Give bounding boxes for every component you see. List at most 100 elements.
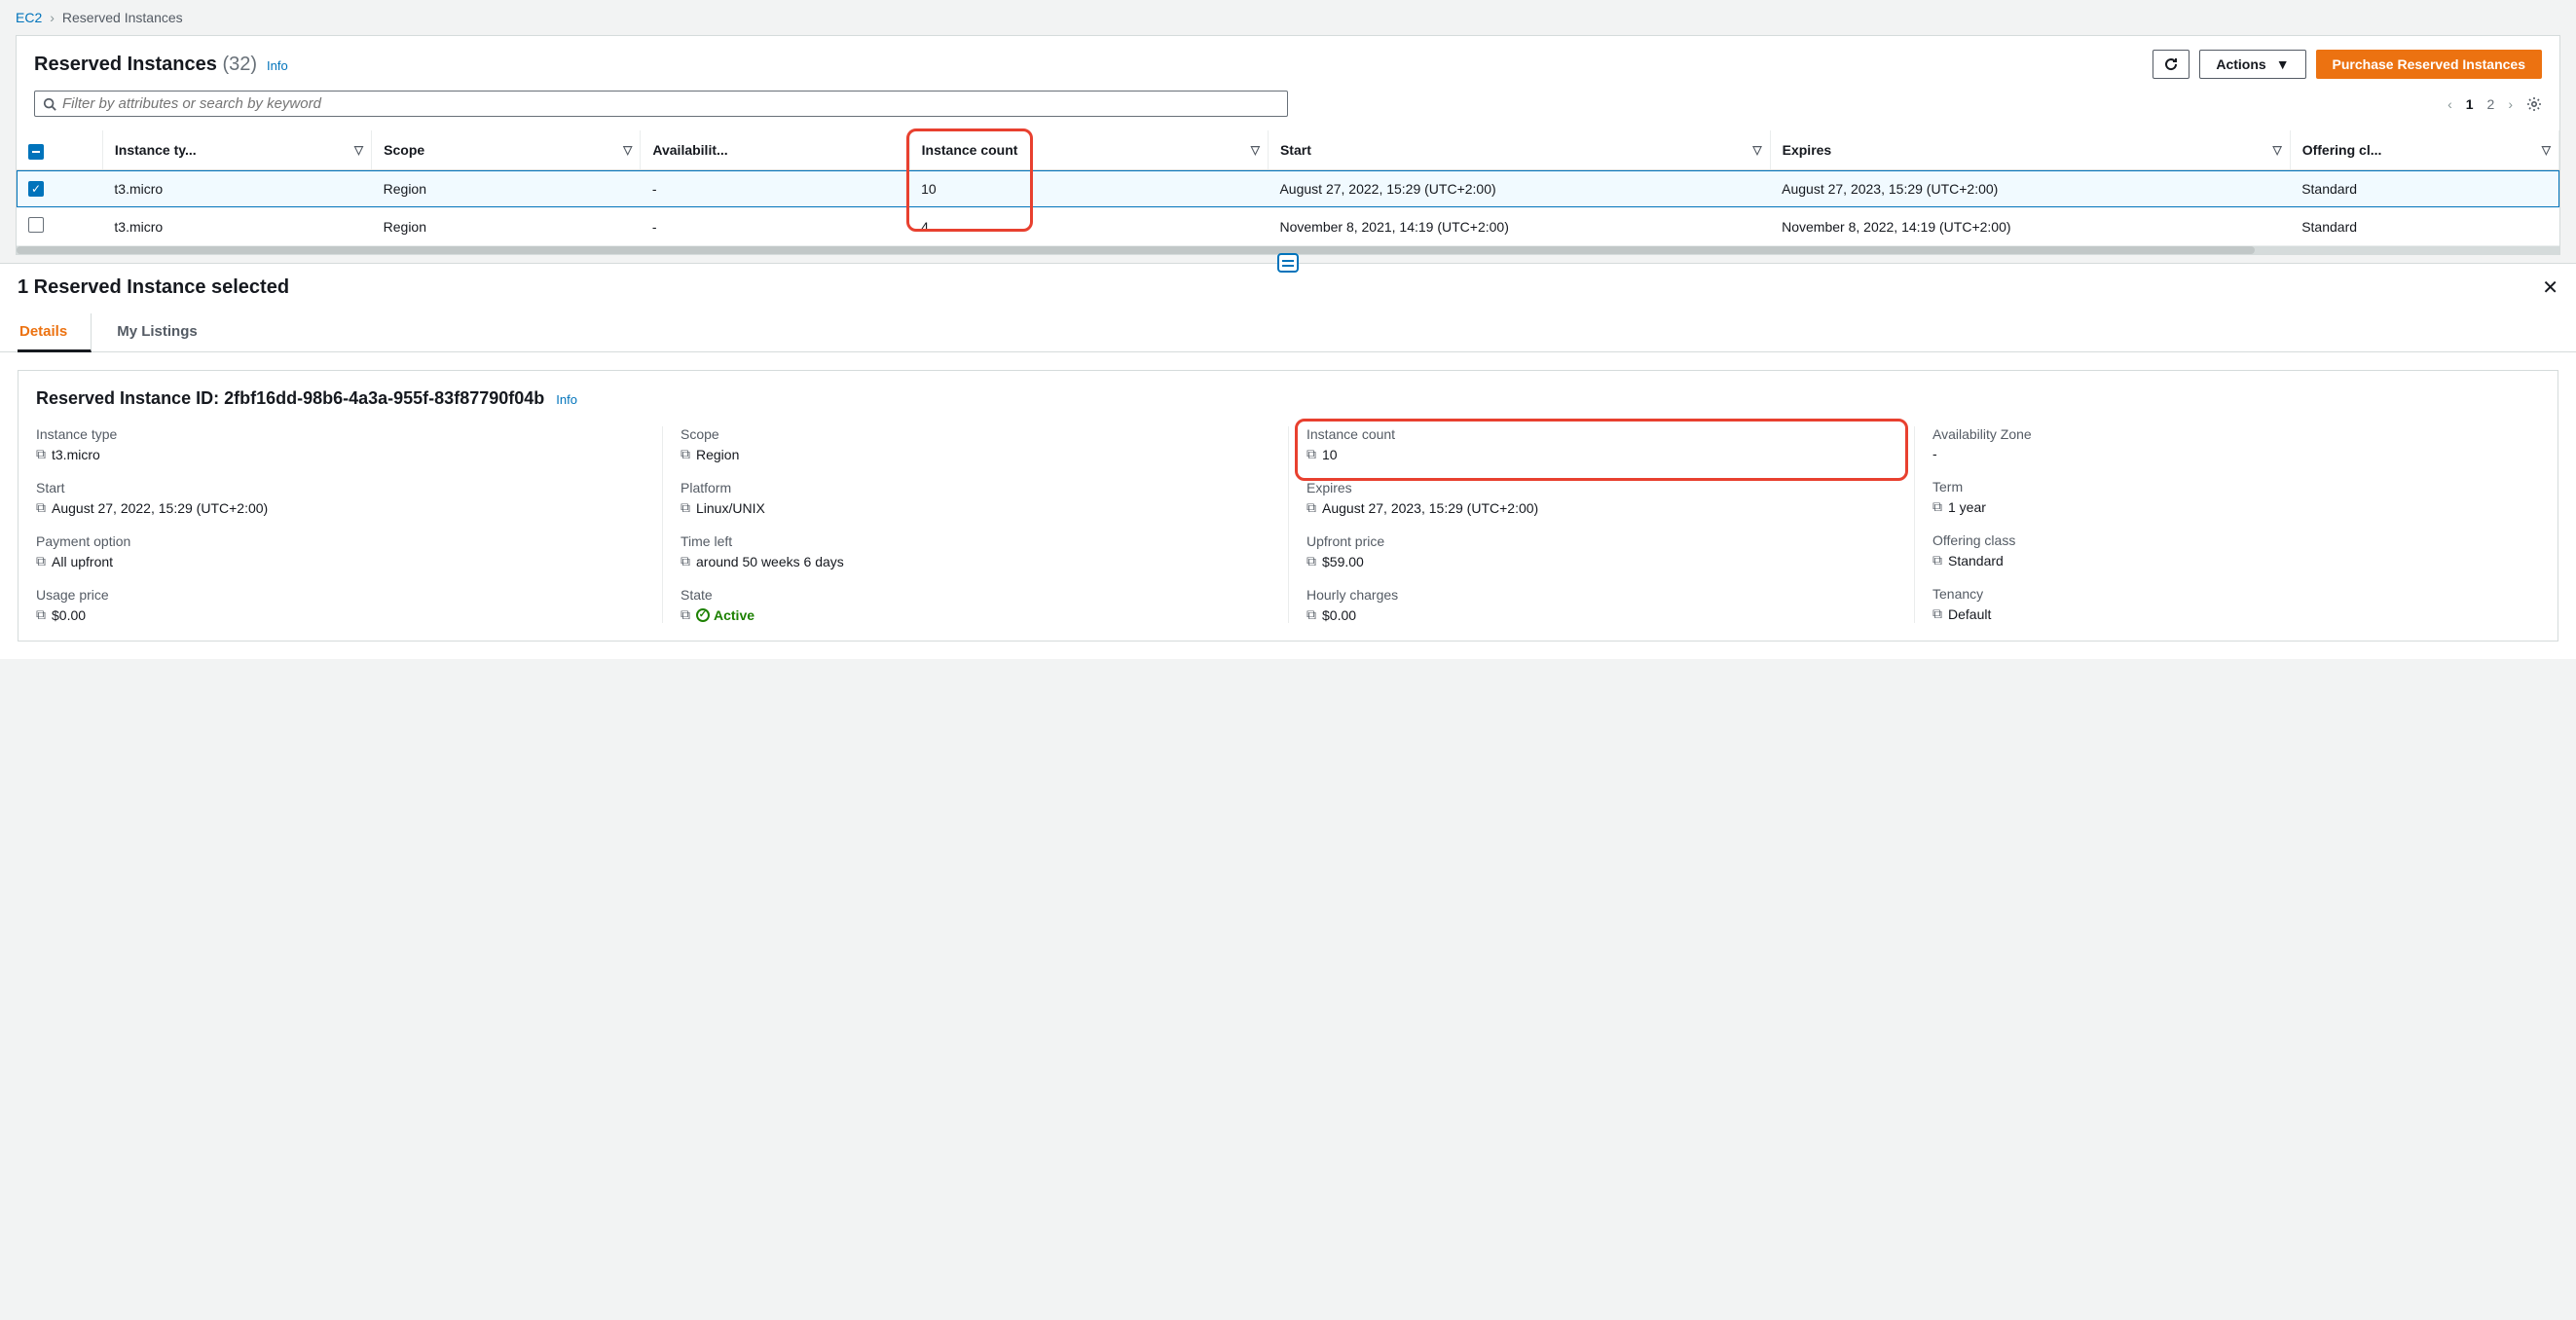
close-icon: ✕ bbox=[2542, 277, 2558, 299]
kv-instance-type: Instance type ⧉t3.micro bbox=[36, 426, 644, 462]
copy-icon[interactable]: ⧉ bbox=[681, 553, 690, 569]
caret-down-icon: ▼ bbox=[2276, 56, 2290, 72]
kv-state: State ⧉ ✓Active bbox=[681, 587, 1270, 623]
copy-icon[interactable]: ⧉ bbox=[36, 446, 46, 462]
page-title-count: (32) bbox=[222, 54, 257, 75]
kv-start: Start ⧉August 27, 2022, 15:29 (UTC+2:00) bbox=[36, 480, 644, 516]
search-icon bbox=[43, 97, 56, 111]
sort-icon: ▽ bbox=[1752, 143, 1761, 157]
tab-details[interactable]: Details bbox=[18, 313, 92, 352]
page-next[interactable]: › bbox=[2508, 96, 2513, 112]
cell-offering: Standard bbox=[2290, 207, 2558, 246]
sort-icon: ▽ bbox=[1251, 143, 1260, 157]
table-row[interactable]: t3.micro Region - 4 November 8, 2021, 14… bbox=[17, 207, 2559, 246]
info-link[interactable]: Info bbox=[267, 58, 288, 73]
breadcrumb-current: Reserved Instances bbox=[62, 10, 183, 25]
cell-availability: - bbox=[641, 170, 909, 207]
split-handle[interactable] bbox=[1277, 253, 1299, 273]
kv-term: Term ⧉1 year bbox=[1932, 479, 2522, 515]
copy-icon[interactable]: ⧉ bbox=[681, 606, 690, 623]
copy-icon[interactable]: ⧉ bbox=[1932, 498, 1942, 515]
drag-handle-icon bbox=[1282, 260, 1294, 262]
detail-title: 1 Reserved Instance selected bbox=[18, 276, 289, 299]
detail-tabs: Details My Listings bbox=[0, 313, 2576, 352]
page-title: Reserved Instances (32) bbox=[34, 54, 257, 76]
cell-instance-type: t3.micro bbox=[102, 207, 371, 246]
kv-tenancy: Tenancy ⧉Default bbox=[1932, 586, 2522, 622]
col-instance-count[interactable]: Instance count▽ bbox=[909, 130, 1268, 170]
cell-scope: Region bbox=[372, 207, 641, 246]
actions-dropdown[interactable]: Actions ▼ bbox=[2199, 50, 2305, 79]
cell-availability: - bbox=[641, 207, 909, 246]
check-circle-icon: ✓ bbox=[696, 608, 710, 622]
chevron-right-icon: › bbox=[50, 10, 55, 25]
row-checkbox[interactable] bbox=[28, 181, 44, 197]
cell-expires: August 27, 2023, 15:29 (UTC+2:00) bbox=[1770, 170, 2290, 207]
detail-panel: 1 Reserved Instance selected ✕ Details M… bbox=[0, 263, 2576, 659]
breadcrumb: EC2 › Reserved Instances bbox=[0, 0, 2576, 35]
settings-button[interactable] bbox=[2526, 96, 2542, 112]
sort-icon: ▽ bbox=[2272, 143, 2281, 157]
annotation-highlight bbox=[1295, 419, 1908, 481]
cell-instance-count: 4 bbox=[909, 207, 1268, 246]
col-availability[interactable]: Availabilit... bbox=[641, 130, 909, 170]
col-checkbox[interactable] bbox=[17, 130, 102, 170]
copy-icon[interactable]: ⧉ bbox=[36, 606, 46, 623]
kv-availability-zone: Availability Zone - bbox=[1932, 426, 2522, 461]
refresh-button[interactable] bbox=[2153, 50, 2190, 79]
kv-hourly-charges: Hourly charges ⧉$0.00 bbox=[1306, 587, 1896, 623]
page-2[interactable]: 2 bbox=[2487, 96, 2495, 112]
copy-icon[interactable]: ⧉ bbox=[681, 446, 690, 462]
kv-offering-class: Offering class ⧉Standard bbox=[1932, 532, 2522, 568]
sort-icon: ▽ bbox=[354, 143, 363, 157]
kv-usage-price: Usage price ⧉$0.00 bbox=[36, 587, 644, 623]
copy-icon[interactable]: ⧉ bbox=[681, 499, 690, 516]
purchase-button[interactable]: Purchase Reserved Instances bbox=[2316, 50, 2542, 79]
cell-instance-type: t3.micro bbox=[102, 170, 371, 207]
pagination: ‹ 1 2 › bbox=[2447, 96, 2542, 112]
col-scope[interactable]: Scope▽ bbox=[372, 130, 641, 170]
col-offering[interactable]: Offering cl...▽ bbox=[2290, 130, 2558, 170]
kv-time-left: Time left ⧉around 50 weeks 6 days bbox=[681, 533, 1270, 569]
cell-scope: Region bbox=[372, 170, 641, 207]
col-expires[interactable]: Expires▽ bbox=[1770, 130, 2290, 170]
kv-payment-option: Payment option ⧉All upfront bbox=[36, 533, 644, 569]
col-instance-type[interactable]: Instance ty...▽ bbox=[102, 130, 371, 170]
detail-card: Reserved Instance ID: 2fbf16dd-98b6-4a3a… bbox=[18, 370, 2558, 642]
copy-icon[interactable]: ⧉ bbox=[1306, 553, 1316, 569]
row-checkbox[interactable] bbox=[28, 217, 44, 233]
copy-icon[interactable]: ⧉ bbox=[36, 553, 46, 569]
col-start[interactable]: Start▽ bbox=[1268, 130, 1770, 170]
search-input[interactable] bbox=[62, 95, 1279, 112]
table-row[interactable]: t3.micro Region - 10 August 27, 2022, 15… bbox=[17, 170, 2559, 207]
reserved-instances-table: Instance ty...▽ Scope▽ Availabilit... In… bbox=[17, 130, 2559, 246]
breadcrumb-root[interactable]: EC2 bbox=[16, 10, 42, 25]
kv-expires: Expires ⧉August 27, 2023, 15:29 (UTC+2:0… bbox=[1306, 480, 1896, 516]
cell-instance-count: 10 bbox=[909, 170, 1268, 207]
search-box[interactable] bbox=[34, 91, 1288, 117]
cell-expires: November 8, 2022, 14:19 (UTC+2:00) bbox=[1770, 207, 2290, 246]
kv-scope: Scope ⧉Region bbox=[681, 426, 1270, 462]
page-prev[interactable]: ‹ bbox=[2447, 96, 2452, 112]
kv-platform: Platform ⧉Linux/UNIX bbox=[681, 480, 1270, 516]
close-button[interactable]: ✕ bbox=[2542, 275, 2558, 300]
copy-icon[interactable]: ⧉ bbox=[1932, 605, 1942, 622]
copy-icon[interactable]: ⧉ bbox=[1306, 606, 1316, 623]
info-link[interactable]: Info bbox=[556, 392, 577, 407]
detail-id-label: Reserved Instance ID: 2fbf16dd-98b6-4a3a… bbox=[36, 388, 544, 409]
copy-icon[interactable]: ⧉ bbox=[1306, 499, 1316, 516]
drag-handle-icon bbox=[1282, 265, 1294, 267]
checkbox-indeterminate-icon bbox=[28, 144, 44, 160]
cell-start: November 8, 2021, 14:19 (UTC+2:00) bbox=[1268, 207, 1770, 246]
cell-offering: Standard bbox=[2290, 170, 2558, 207]
refresh-icon bbox=[2163, 56, 2179, 72]
cell-start: August 27, 2022, 15:29 (UTC+2:00) bbox=[1268, 170, 1770, 207]
copy-icon[interactable]: ⧉ bbox=[1932, 552, 1942, 568]
sort-icon: ▽ bbox=[2542, 143, 2551, 157]
tab-my-listings[interactable]: My Listings bbox=[115, 313, 221, 351]
page-1[interactable]: 1 bbox=[2466, 96, 2474, 112]
gear-icon bbox=[2526, 96, 2542, 112]
sort-icon: ▽ bbox=[623, 143, 632, 157]
reserved-instances-panel: Reserved Instances (32) Info Actions ▼ P… bbox=[16, 35, 2560, 255]
copy-icon[interactable]: ⧉ bbox=[36, 499, 46, 516]
